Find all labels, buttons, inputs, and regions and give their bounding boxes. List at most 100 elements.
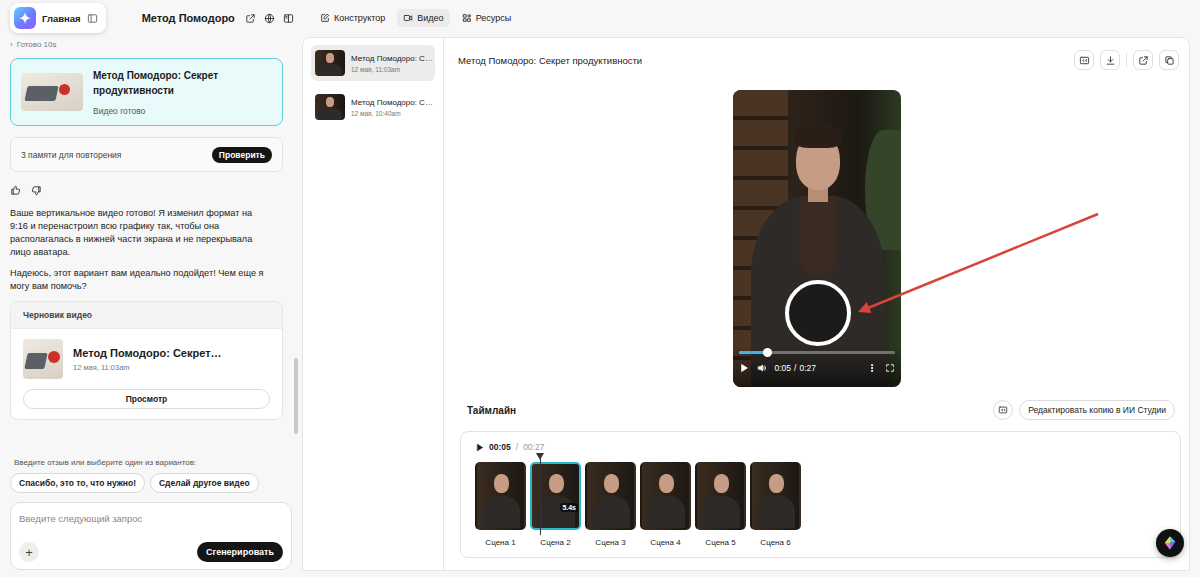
- laptop: [24, 86, 58, 101]
- timeline-time: 00:05/00:27: [475, 442, 1166, 452]
- scene[interactable]: Сцена 1: [475, 462, 526, 547]
- tab[interactable]: Видео: [397, 9, 449, 27]
- sidebar-toggle-icon[interactable]: [87, 13, 98, 24]
- tab-label[interactable]: Ресурсы: [476, 13, 512, 23]
- add-button[interactable]: +: [19, 542, 39, 562]
- chevron[interactable]: ›: [10, 40, 13, 49]
- resources-icon: [462, 13, 472, 23]
- external-link-icon[interactable]: [245, 13, 256, 24]
- avatar-body: [318, 108, 342, 120]
- preview-button[interactable]: Просмотр: [23, 389, 270, 409]
- status-row[interactable]: ›Готово 10s: [10, 38, 283, 50]
- scene-thumbnail[interactable]: [640, 462, 691, 530]
- suggestion-chip[interactable]: Спасибо, это то, что нужно!: [10, 473, 145, 493]
- avatar-head: [659, 474, 674, 493]
- external-link-icon: [1138, 55, 1149, 66]
- timeline-actions: Редактировать копию в ИИ Студии: [993, 400, 1175, 420]
- time-separator: /: [516, 442, 518, 452]
- scene[interactable]: Сцена 5: [695, 462, 746, 547]
- globe-icon[interactable]: [264, 13, 275, 24]
- home-button[interactable]: Главная: [10, 3, 106, 33]
- draft-title: Метод Помодоро: Секрет…: [73, 347, 222, 359]
- scene-thumbnail[interactable]: 5.4s: [530, 462, 581, 530]
- captions-button[interactable]: [993, 400, 1013, 420]
- copy-icon: [1164, 55, 1175, 66]
- tab[interactable]: Конструктор: [314, 9, 391, 27]
- version-date: 12 мая, 11:03am: [351, 66, 433, 73]
- scene-thumbnail[interactable]: [475, 462, 526, 530]
- open-button[interactable]: [1133, 50, 1153, 70]
- play-icon[interactable]: [739, 363, 749, 373]
- download-icon: [1105, 55, 1116, 66]
- video-area: 0:05/0:27: [444, 90, 1189, 387]
- avatar-head: [494, 474, 509, 493]
- generate-button[interactable]: Сгенерировать: [197, 542, 283, 562]
- top-left: ГлавнаяМетод Помодоро: [0, 3, 302, 33]
- tabs: Конструктор Видео Ресурсы: [302, 9, 517, 27]
- avatar-hair: [794, 124, 842, 148]
- thumbs-up-icon[interactable]: [10, 185, 21, 196]
- scene[interactable]: Сцена 3: [585, 462, 636, 547]
- captions-button[interactable]: [1074, 50, 1094, 70]
- scene-label: Сцена 1: [485, 538, 515, 547]
- scene-thumbnail[interactable]: [750, 462, 801, 530]
- edit-copy-button[interactable]: Редактировать копию в ИИ Студии: [1019, 400, 1175, 420]
- download-button[interactable]: [1100, 50, 1120, 70]
- thumbs-down-icon[interactable]: [31, 185, 42, 196]
- captions-icon: [1079, 55, 1090, 66]
- version-date: 12 мая, 10:40am: [351, 110, 433, 117]
- tab[interactable]: Ресурсы: [456, 9, 518, 27]
- version-thumbnail: [315, 50, 345, 76]
- version-title: Метод Помодоро: С…: [351, 98, 433, 107]
- suggestion-chip[interactable]: Сделай другое видео: [150, 473, 259, 493]
- avatar-head: [549, 474, 564, 493]
- memory-row: 3 памяти для повторенияПроверить: [10, 137, 283, 172]
- draft-body: Метод Помодоро: Секрет…12 мая, 11:03am Пр…: [11, 329, 282, 419]
- avatar-head: [769, 474, 784, 493]
- chat-history: ›Готово 10s Метод Помодоро: Секрет продук…: [0, 36, 300, 452]
- progress-knob[interactable]: [763, 348, 772, 357]
- timeline-box: 00:05/00:27Сцена 15.4sСцена 2Сцена 3Сцен…: [460, 431, 1181, 558]
- copy-button[interactable]: [1159, 50, 1179, 70]
- current-time: 00:05: [489, 442, 511, 452]
- tab-label[interactable]: Конструктор: [334, 13, 385, 23]
- progress-track[interactable]: [739, 351, 895, 354]
- result-subtitle: Видео готово: [93, 106, 272, 116]
- version-list: Метод Помодоро: С…12 мая, 11:03amМетод П…: [303, 38, 444, 570]
- duration: 0:27: [799, 363, 816, 373]
- volume-icon[interactable]: [757, 363, 767, 373]
- check-button[interactable]: Проверить: [212, 147, 272, 163]
- video-title: Метод Помодоро: Секрет продуктивности: [458, 55, 642, 66]
- scene-strip: Сцена 1 5.4sСцена 2Сцена 3Сцена 4 Сцена 5 С…: [475, 462, 801, 547]
- scene-thumbnail[interactable]: [695, 462, 746, 530]
- panel-icon[interactable]: [283, 13, 294, 24]
- avatar-body: [702, 496, 740, 530]
- result-card[interactable]: Метод Помодоро: Секрет продуктивности Вид…: [10, 58, 283, 126]
- scene-label: Сцена 5: [705, 538, 735, 547]
- scene-label: Сцена 6: [760, 538, 790, 547]
- scene-thumbnail[interactable]: [585, 462, 636, 530]
- result-title: Метод Помодоро: Секрет продуктивности: [93, 68, 272, 98]
- assistant-button[interactable]: [1156, 529, 1184, 557]
- fullscreen-icon[interactable]: [885, 363, 895, 373]
- scene[interactable]: Сцена 6: [750, 462, 801, 547]
- draft-text: Метод Помодоро: Секрет…12 мая, 11:03am: [73, 347, 222, 372]
- scrollbar[interactable]: [294, 358, 298, 434]
- more-icon[interactable]: [867, 363, 877, 373]
- video-icon: [403, 13, 413, 23]
- version-item[interactable]: Метод Помодоро: С… 12 мая, 11:03am: [311, 45, 435, 81]
- avatar-head: [714, 474, 729, 493]
- version-title: Метод Помодоро: С…: [351, 54, 433, 63]
- version-text: Метод Помодоро: С… 12 мая, 10:40am: [351, 98, 433, 117]
- draft-card: Черновик видеоМетод Помодоро: Секрет…12 …: [10, 301, 283, 420]
- tab-label[interactable]: Видео: [417, 13, 443, 23]
- play-icon[interactable]: [475, 443, 484, 452]
- scene[interactable]: 5.4sСцена 2: [530, 462, 581, 547]
- scene[interactable]: Сцена 4: [640, 462, 691, 547]
- home-label[interactable]: Главная: [42, 13, 81, 24]
- prompt-input[interactable]: [19, 513, 283, 524]
- avatar-head: [326, 97, 334, 107]
- avatar-body: [318, 64, 342, 76]
- suggestions: Спасибо, это то, что нужно!Сделай другое…: [10, 473, 292, 493]
- version-item[interactable]: Метод Помодоро: С… 12 мая, 10:40am: [311, 89, 435, 125]
